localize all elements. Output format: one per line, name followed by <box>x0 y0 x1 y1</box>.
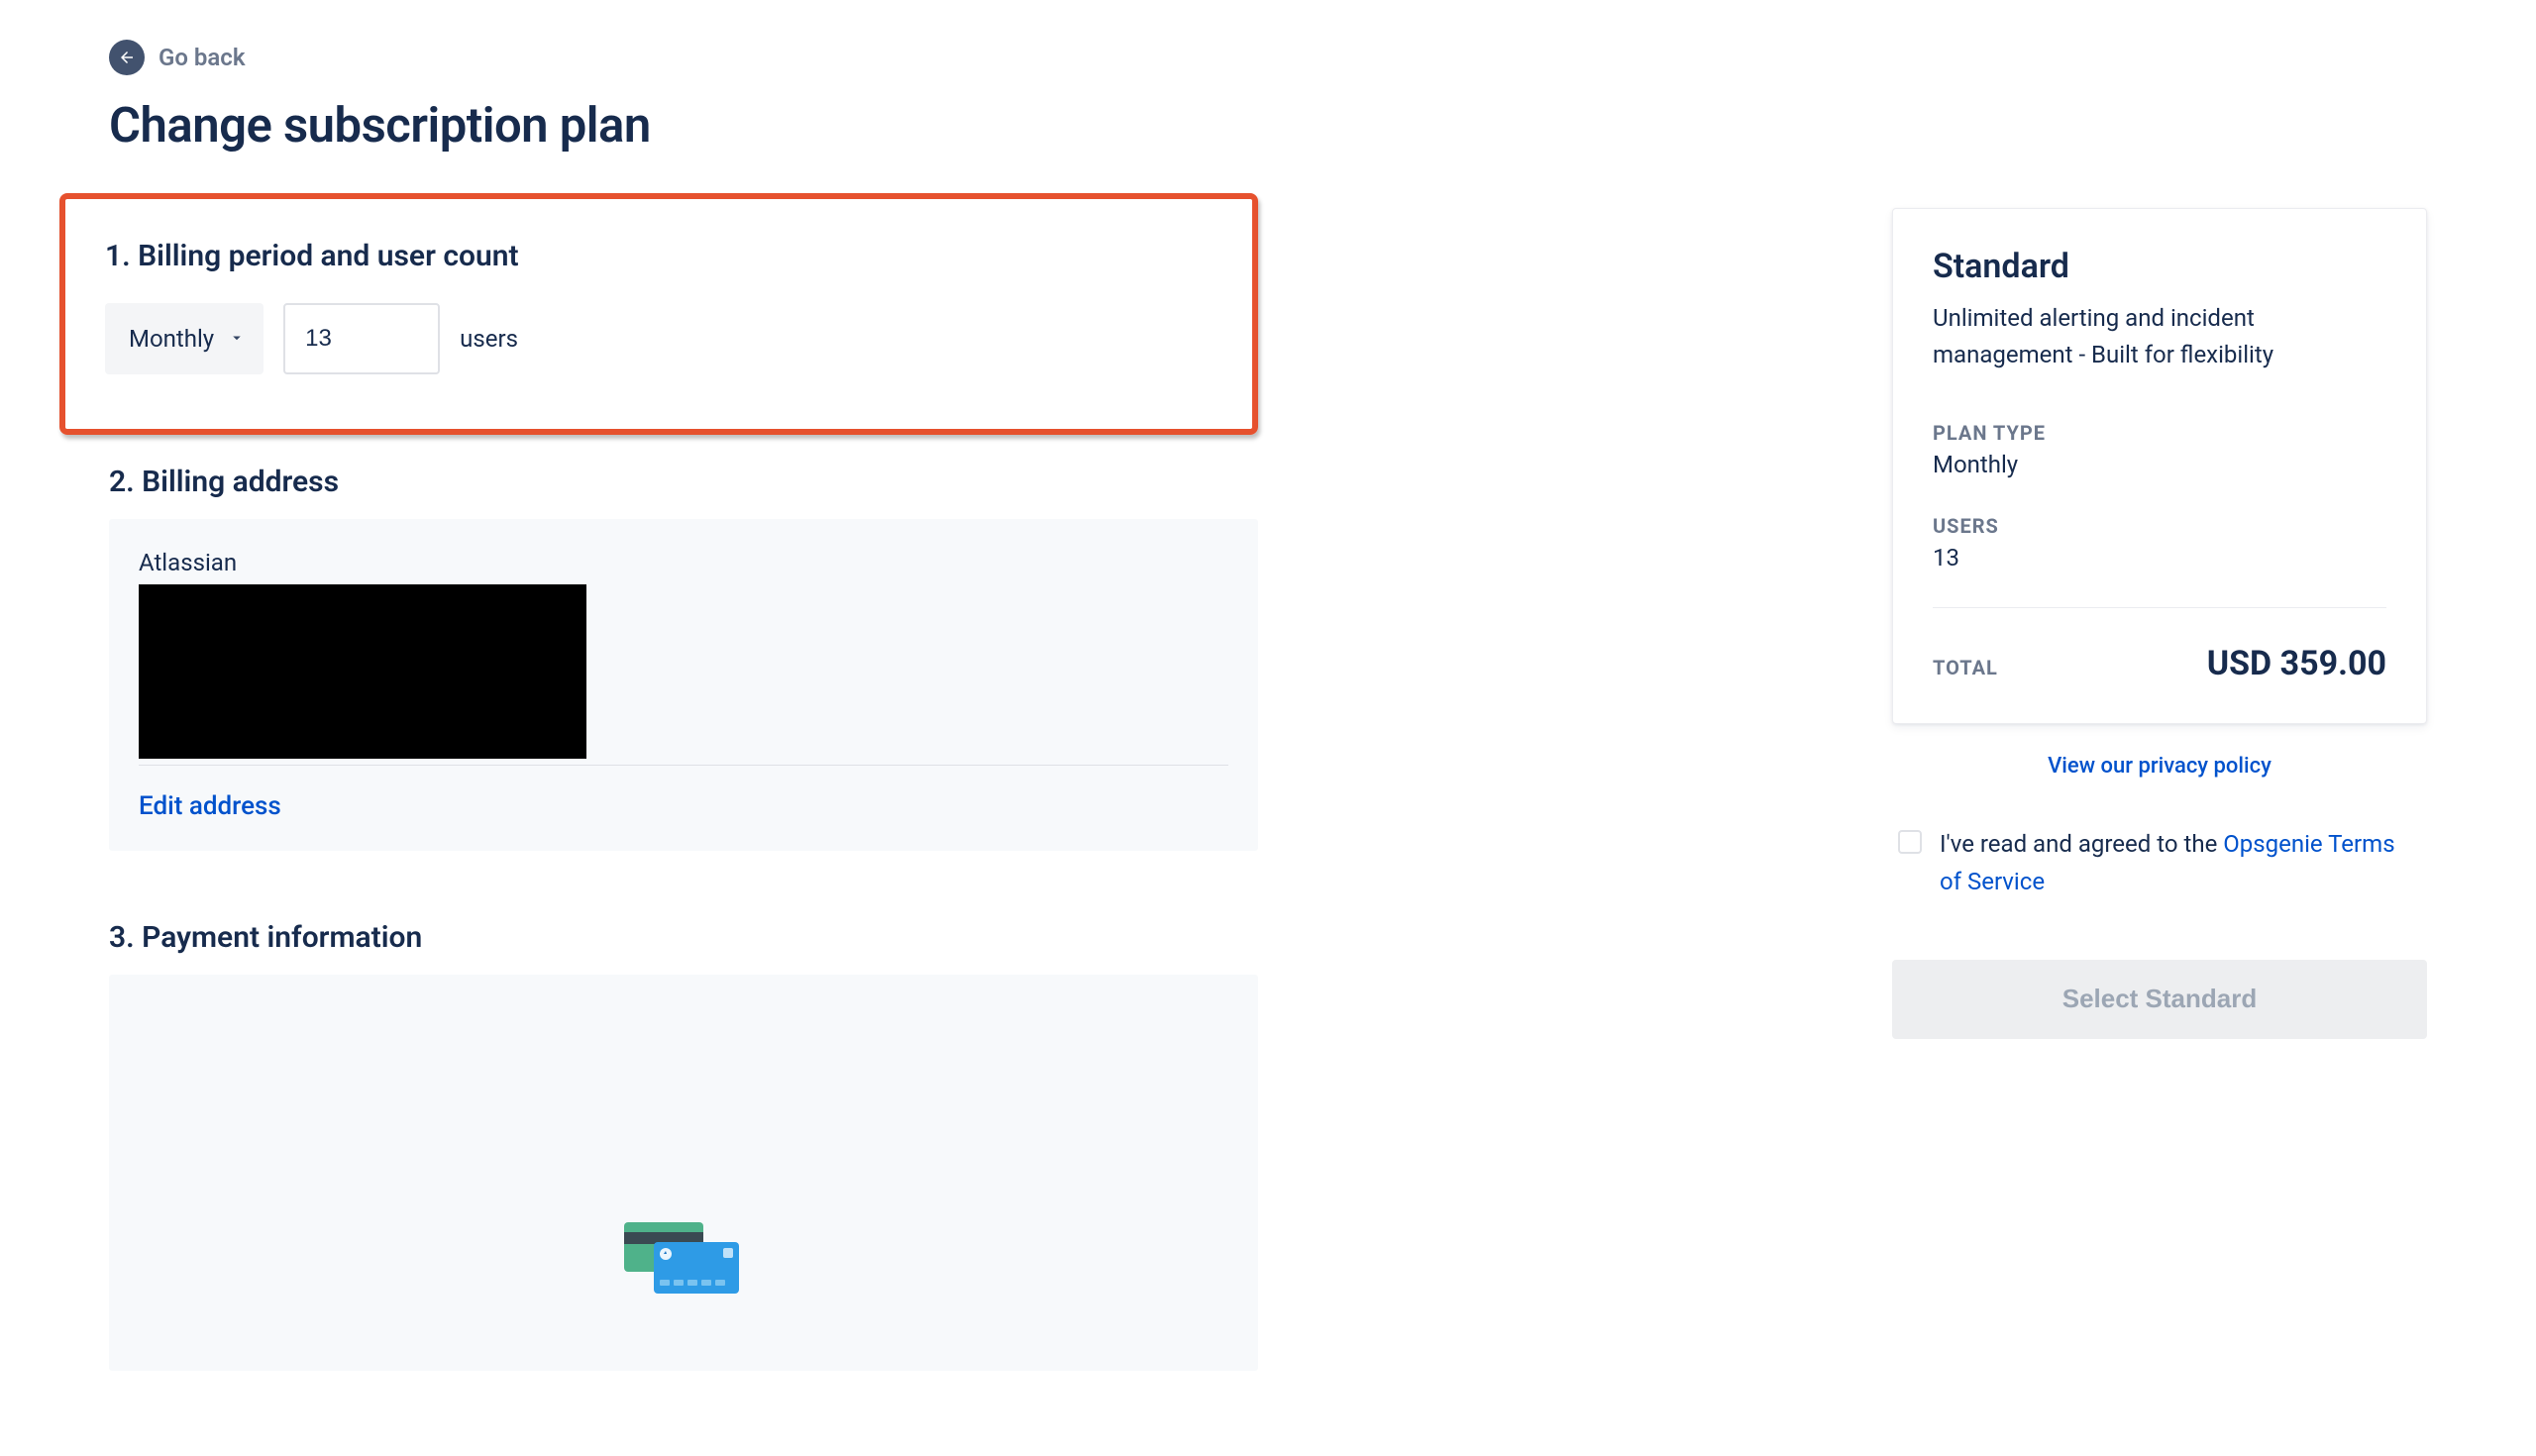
users-value: 13 <box>1933 544 2386 572</box>
chevron-down-icon <box>228 325 246 353</box>
terms-consent-text: I've read and agreed to the Opsgenie Ter… <box>1940 826 2421 899</box>
divider <box>139 765 1228 766</box>
section-heading-payment-info: 3. Payment information <box>109 920 1813 955</box>
divider <box>1933 607 2386 608</box>
page-title: Change subscription plan <box>109 97 1813 154</box>
section-heading-billing-period: 1. Billing period and user count <box>105 239 1213 273</box>
consent-prefix: I've read and agreed to the <box>1940 830 2223 858</box>
arrow-left-icon <box>109 40 145 75</box>
billing-period-highlight: 1. Billing period and user count Monthly… <box>59 193 1258 435</box>
section-heading-billing-address: 2. Billing address <box>109 465 1813 499</box>
billing-company-name: Atlassian <box>139 549 1228 576</box>
billing-period-selected: Monthly <box>129 325 214 353</box>
users-label: USERS <box>1933 514 2386 538</box>
go-back-button[interactable]: Go back <box>109 40 245 75</box>
billing-address-panel: Atlassian Edit address <box>109 519 1258 851</box>
terms-checkbox[interactable] <box>1898 830 1922 854</box>
go-back-label: Go back <box>158 44 245 71</box>
plan-description: Unlimited alerting and incident manageme… <box>1933 300 2386 373</box>
total-label: TOTAL <box>1933 656 1998 679</box>
credit-cards-icon <box>624 1222 743 1305</box>
edit-address-link[interactable]: Edit address <box>139 791 281 821</box>
plan-type-label: PLAN TYPE <box>1933 421 2386 445</box>
plan-name: Standard <box>1933 247 2386 286</box>
select-plan-button[interactable]: Select Standard <box>1892 960 2427 1039</box>
redacted-address-block <box>139 584 586 759</box>
total-amount: USD 359.00 <box>2207 644 2386 683</box>
users-suffix-label: users <box>460 325 518 353</box>
payment-info-panel <box>109 975 1258 1371</box>
privacy-policy-link[interactable]: View our privacy policy <box>1892 754 2427 779</box>
plan-type-value: Monthly <box>1933 451 2386 478</box>
user-count-input[interactable] <box>283 303 440 374</box>
billing-period-select[interactable]: Monthly <box>105 303 264 374</box>
order-summary-card: Standard Unlimited alerting and incident… <box>1892 208 2427 724</box>
